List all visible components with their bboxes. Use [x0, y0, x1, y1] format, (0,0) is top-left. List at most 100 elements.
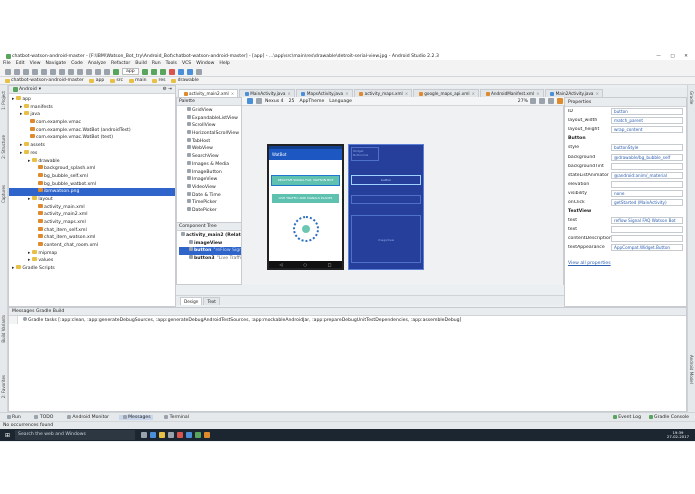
component-tree-item[interactable]: button"reFlow Sign..."	[179, 247, 241, 256]
make-project-icon[interactable]	[112, 68, 119, 75]
property-value-field[interactable]: button	[611, 108, 683, 116]
project-tree-item[interactable]: bg_bubble_watbot.xml	[9, 180, 175, 189]
open-folder-icon[interactable]	[4, 68, 11, 75]
cut-icon[interactable]	[49, 68, 56, 75]
property-value-field[interactable]: AppCompat.Widget.Button	[611, 244, 683, 252]
project-tool-tab[interactable]: 1: Project	[1, 91, 6, 110]
language-select[interactable]: Language	[329, 99, 352, 104]
property-value-field[interactable]	[611, 226, 683, 234]
panel-gear-icon[interactable]: ⚙ ⇥	[163, 87, 172, 92]
breadcrumb-item[interactable]: src	[108, 78, 123, 83]
palette-item[interactable]: DatePicker	[185, 206, 241, 215]
editor-tab[interactable]: MapsActivity.java ×	[295, 89, 353, 97]
menu-code[interactable]: Code	[71, 61, 83, 66]
theme-select[interactable]: AppTheme	[299, 99, 324, 104]
android-studio-taskbar-icon[interactable]	[195, 432, 202, 438]
preview-button-traffic[interactable]: LIVE TRAFFIC AND SIGNALS PLACES	[272, 194, 339, 203]
component-tree-item[interactable]: imageView	[179, 239, 241, 248]
blueprint-preview[interactable]: Widget Buttonlink button imageView	[348, 144, 424, 270]
menu-run[interactable]: Run	[152, 61, 161, 66]
sync-icon[interactable]	[22, 68, 29, 75]
project-tree-item[interactable]: bg_bubble_self.xml	[9, 172, 175, 181]
warnings-icon[interactable]	[556, 98, 563, 104]
close-icon[interactable]: ×	[287, 91, 291, 96]
breadcrumb-item[interactable]: chatbot-watson-android-master	[3, 78, 84, 83]
design-surface-icon[interactable]	[246, 98, 253, 104]
menu-build[interactable]: Build	[135, 61, 147, 66]
chrome-icon[interactable]	[177, 432, 184, 438]
orientation-icon[interactable]	[255, 98, 262, 104]
bottom-tool-run[interactable]: Run	[3, 415, 23, 420]
palette-item[interactable]: ImageView	[185, 176, 241, 184]
bottom-tool-todo[interactable]: TODO	[31, 415, 56, 420]
project-tree-item[interactable]: ▸ drawable	[9, 157, 175, 166]
phone-preview[interactable]: WatBot REACTIVE SIGNAL FAQ: WATSON BOT L…	[267, 144, 344, 270]
editor-tab[interactable]: Main2Activity.java ×	[544, 89, 604, 97]
copy-icon[interactable]	[58, 68, 65, 75]
paste-icon[interactable]	[67, 68, 74, 75]
stop-icon[interactable]	[169, 68, 176, 75]
editor-tab[interactable]: google_maps_api.xml ×	[413, 89, 480, 97]
app-icon[interactable]	[204, 432, 211, 438]
menu-view[interactable]: View	[30, 61, 41, 66]
menu-vcs[interactable]: VCS	[182, 61, 191, 66]
project-tree-item[interactable]: content_chat_room.xml	[9, 242, 175, 250]
zoom-out-icon[interactable]	[538, 98, 545, 104]
close-icon[interactable]: ×	[596, 91, 600, 96]
palette-item[interactable]: SearchView	[185, 153, 241, 161]
window-controls[interactable]: — ▢ ✕	[656, 54, 692, 59]
menu-help[interactable]: Help	[219, 61, 229, 66]
palette-item[interactable]: TabHost	[185, 137, 241, 146]
watson-logo-image[interactable]	[292, 216, 319, 242]
editor-tab[interactable]: activity_main2.xml ×	[178, 89, 239, 97]
component-tree-item[interactable]: button3"Live Traffic"	[179, 255, 241, 263]
undo-icon[interactable]	[31, 68, 38, 75]
breadcrumb-item[interactable]: main	[127, 78, 147, 83]
property-value-field[interactable]	[611, 180, 683, 188]
property-value-field[interactable]: wrap_content	[611, 126, 683, 134]
editor-tab[interactable]: activity_maps.xml ×	[353, 89, 413, 97]
file-explorer-icon[interactable]	[159, 432, 166, 438]
menu-analyze[interactable]: Analyze	[88, 61, 106, 66]
project-tree-item[interactable]: backgroud_splash.xml	[9, 165, 175, 173]
project-tree-item[interactable]: activity_main2.xml	[9, 211, 175, 219]
help-icon[interactable]	[196, 68, 203, 75]
vscode-icon[interactable]	[186, 432, 193, 438]
property-value-field[interactable]: buttonStyle	[611, 144, 683, 152]
design-tab[interactable]: Design	[180, 296, 203, 305]
task-view-icon[interactable]	[141, 432, 148, 438]
blueprint-imageview[interactable]: imageView	[351, 215, 421, 263]
project-tree-item[interactable]: activity_main.xml	[9, 203, 175, 212]
component-tree-item[interactable]: activity_main2 (RelativeLayout)	[179, 232, 241, 240]
palette-item[interactable]: Images & Media	[185, 160, 241, 169]
close-icon[interactable]: ×	[405, 91, 409, 96]
project-tree-item[interactable]: ▸ mipmap	[9, 249, 175, 258]
project-tree-item[interactable]: com.example.vmac.WatBot (androidTest)	[9, 126, 175, 135]
zoom-in-icon[interactable]	[529, 98, 536, 104]
editor-tab[interactable]: AndroidManifest.xml ×	[480, 89, 544, 97]
project-tree-item[interactable]: ▸ res	[9, 149, 175, 158]
store-icon[interactable]	[168, 432, 175, 438]
blueprint-button[interactable]: button	[351, 175, 421, 185]
property-value-field[interactable]: reflow Signal FAQ Watson Bot	[611, 217, 683, 225]
project-tree-item[interactable]: com.example.vmac.WatBot (test)	[9, 134, 175, 142]
menu-file[interactable]: File	[3, 61, 11, 66]
bottom-tool-messages[interactable]: Messages	[119, 414, 153, 420]
project-tree-item[interactable]: com.example.vmac	[9, 119, 175, 127]
captures-tool-tab[interactable]: Captures	[1, 185, 6, 203]
palette-item[interactable]: GridView	[185, 107, 241, 115]
api-select[interactable]: 25	[289, 99, 295, 104]
close-icon[interactable]: ×	[536, 91, 540, 96]
refresh-icon[interactable]	[547, 98, 554, 104]
device-select[interactable]: Nexus 4	[265, 99, 284, 104]
blueprint-button3[interactable]	[351, 195, 421, 204]
bottom-tool-event-log[interactable]: Event Log	[611, 415, 641, 420]
redo-icon[interactable]	[40, 68, 47, 75]
gradle-tool-tab[interactable]: Gradle	[689, 91, 694, 104]
close-icon[interactable]: ×	[231, 91, 235, 96]
project-tree-item[interactable]: ▸ manifests	[9, 103, 175, 112]
replace-icon[interactable]	[85, 68, 92, 75]
project-tree-item[interactable]: ▸ layout	[9, 195, 175, 204]
bottom-tool-terminal[interactable]: Terminal	[161, 415, 191, 420]
menu-tools[interactable]: Tools	[166, 61, 177, 66]
